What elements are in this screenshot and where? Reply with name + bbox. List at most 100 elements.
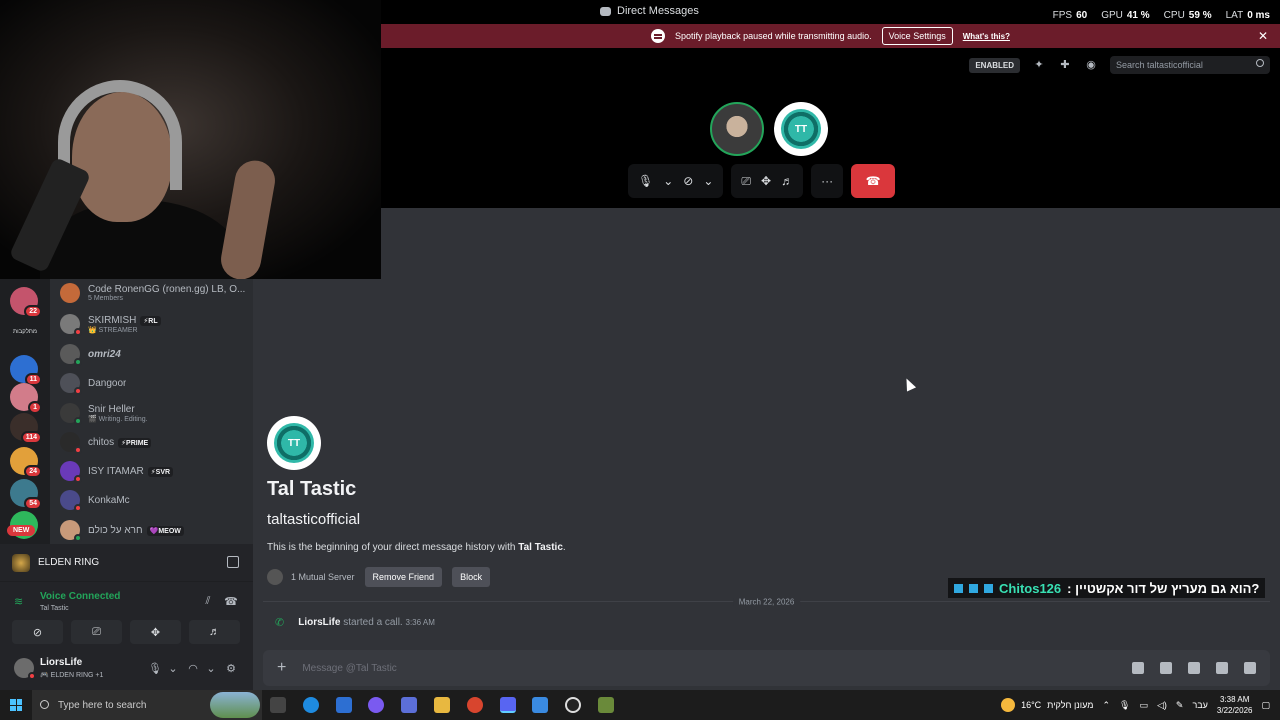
soundboard-button[interactable]: ♬ [189, 620, 240, 644]
network-icon[interactable]: ▭ [1139, 700, 1148, 711]
chevron-down-icon[interactable]: ⌄ [204, 662, 218, 676]
windows-start-icon[interactable] [10, 699, 22, 711]
elden-ring-icon[interactable] [598, 697, 614, 713]
message-author[interactable]: LiorsLife [298, 617, 340, 628]
message-input[interactable]: Message @Tal Tastic [302, 663, 1116, 674]
dm-item[interactable]: Snir Heller 🎬 Writing. Editing. [50, 399, 253, 427]
app-icon[interactable] [532, 697, 548, 713]
voice-channel[interactable]: Tal Tastic [40, 605, 69, 612]
pen-icon[interactable]: ✎ [1176, 700, 1184, 711]
game-activity[interactable]: ELDEN RING [0, 544, 253, 582]
search-input[interactable]: Search taltasticofficial [1110, 56, 1270, 74]
server-icon[interactable]: 54 [10, 479, 42, 510]
signal-icon[interactable]: ≋ [14, 595, 28, 609]
emoji-icon[interactable] [1216, 662, 1228, 674]
participant-avatar-liorslife[interactable] [710, 102, 764, 156]
block-button[interactable]: Block [452, 567, 491, 587]
gif-icon[interactable] [1160, 662, 1172, 674]
attach-plus-icon[interactable]: + [277, 659, 286, 677]
dm-item[interactable]: Code RonenGG (ronen.gg) LB, O... 5 Member… [50, 279, 253, 307]
participant-avatar-taltastic[interactable]: TT [774, 102, 828, 156]
chat-username: Chitos126 [999, 580, 1062, 596]
sticker-icon[interactable] [1188, 662, 1200, 674]
hang-up-button[interactable]: ☎ [851, 164, 896, 198]
edge-icon[interactable] [303, 697, 319, 713]
whats-this-link[interactable]: What's this? [963, 32, 1010, 41]
server-folder-label[interactable]: מתלקבות [4, 329, 46, 335]
avatar [60, 461, 82, 483]
volume-icon[interactable]: ◁) [1157, 700, 1167, 711]
dm-item[interactable]: Dangoor [50, 369, 253, 397]
activities-icon[interactable]: ✥ [761, 174, 771, 188]
chevron-up-icon[interactable]: ⌃ [1102, 700, 1110, 711]
server-icon [267, 569, 283, 585]
activities-button[interactable]: ✥ [130, 620, 181, 644]
taskbar-search-input[interactable]: Type here to search [32, 690, 262, 720]
screen-share-icon[interactable] [227, 556, 239, 568]
username[interactable]: LiorsLife [40, 657, 82, 668]
profile-avatar[interactable]: TT [267, 416, 321, 470]
chat-panel: TT Tal Tastic taltasticofficial This is … [253, 208, 1280, 690]
remove-friend-button[interactable]: Remove Friend [364, 567, 443, 587]
copilot-icon[interactable] [368, 697, 384, 713]
server-icon[interactable]: 1 [10, 383, 42, 414]
file-explorer-icon[interactable] [434, 697, 450, 713]
server-rail: 22 מתלקבות 11 1 114 24 54 NEW [0, 279, 50, 544]
avatar[interactable] [14, 658, 36, 680]
dm-list: Code RonenGG (ronen.gg) LB, O... 5 Member… [50, 279, 253, 544]
microphone-icon[interactable]: 🎙 [148, 662, 162, 676]
new-badge: NEW [7, 525, 36, 536]
chevron-down-icon[interactable]: ⌄ [166, 662, 180, 676]
store-icon[interactable] [336, 697, 352, 713]
date-divider: March 22, 2026 [263, 597, 1270, 607]
avatar [60, 432, 82, 454]
dm-item[interactable]: ISY ITAMAR ⚡SVR [50, 457, 253, 485]
enabled-badge[interactable]: ENABLED [969, 57, 1020, 73]
microphone-icon[interactable]: 🎙 [1119, 700, 1130, 711]
chrome-icon[interactable] [467, 697, 483, 713]
message-composer[interactable]: + Message @Tal Tastic [263, 650, 1270, 686]
mutual-servers[interactable]: 1 Mutual Server [267, 569, 355, 585]
pin-icon[interactable]: ✦ [1032, 58, 1046, 72]
voice-settings-button[interactable]: Voice Settings [881, 27, 953, 45]
camera-off-button[interactable]: ⊘ [12, 620, 63, 644]
discord-icon[interactable] [500, 697, 516, 713]
notification-icon[interactable]: ▢ [1261, 700, 1270, 711]
dm-item[interactable]: chitos ⚡PRIME [50, 428, 253, 456]
screen-share-button[interactable]: ⎚ [71, 620, 122, 644]
more-options-button[interactable]: ··· [811, 164, 844, 198]
user-profile-icon[interactable]: ◉ [1084, 58, 1098, 72]
dm-item[interactable]: KonkaMc [50, 486, 253, 514]
dm-item[interactable]: SKIRMISH ⚡RL 👑 STREAMER [50, 310, 253, 338]
gift-icon[interactable] [1132, 662, 1144, 674]
soundboard-icon[interactable]: ♬ [781, 174, 793, 188]
taltastic-logo: TT [274, 423, 314, 463]
avatar [60, 520, 82, 542]
close-icon[interactable]: ✕ [1258, 29, 1268, 43]
dm-item[interactable]: omri24 [50, 340, 253, 368]
chevron-down-icon[interactable]: ⌄ [703, 174, 713, 188]
disconnect-icon[interactable]: ☎ [224, 595, 238, 609]
weather-widget[interactable]: 16°C מעונן חלקית [1001, 698, 1093, 712]
camera-off-icon[interactable]: ⊘ [683, 174, 693, 188]
chevron-down-icon[interactable]: ⌄ [663, 174, 673, 188]
server-icon[interactable]: 22 [10, 287, 42, 318]
screen-share-icon[interactable]: ⎚ [741, 174, 751, 189]
obs-icon[interactable] [565, 697, 581, 713]
gear-icon[interactable]: ⚙ [224, 662, 238, 676]
server-icon[interactable]: 24 [10, 447, 42, 478]
add-friends-icon[interactable]: ✚ [1058, 58, 1072, 72]
search-highlight-image [210, 692, 260, 718]
language-indicator[interactable]: עבר [1192, 700, 1207, 710]
microphone-icon[interactable]: 🎙 [638, 174, 653, 188]
dm-item[interactable]: חרא על כולם 💜MEOW [50, 516, 253, 544]
task-view-icon[interactable] [270, 697, 286, 713]
app-icon[interactable] [401, 697, 417, 713]
server-icon[interactable]: 11 [10, 355, 42, 386]
headphones-icon[interactable]: ◠ [186, 662, 200, 676]
server-icon[interactable]: 114 [10, 413, 42, 444]
clock[interactable]: 3:38 AM 3/22/2026 [1217, 694, 1253, 716]
apps-icon[interactable] [1244, 662, 1256, 674]
voice-status[interactable]: Voice Connected [40, 591, 120, 602]
noise-suppression-icon[interactable]: ⫽ [201, 595, 215, 609]
